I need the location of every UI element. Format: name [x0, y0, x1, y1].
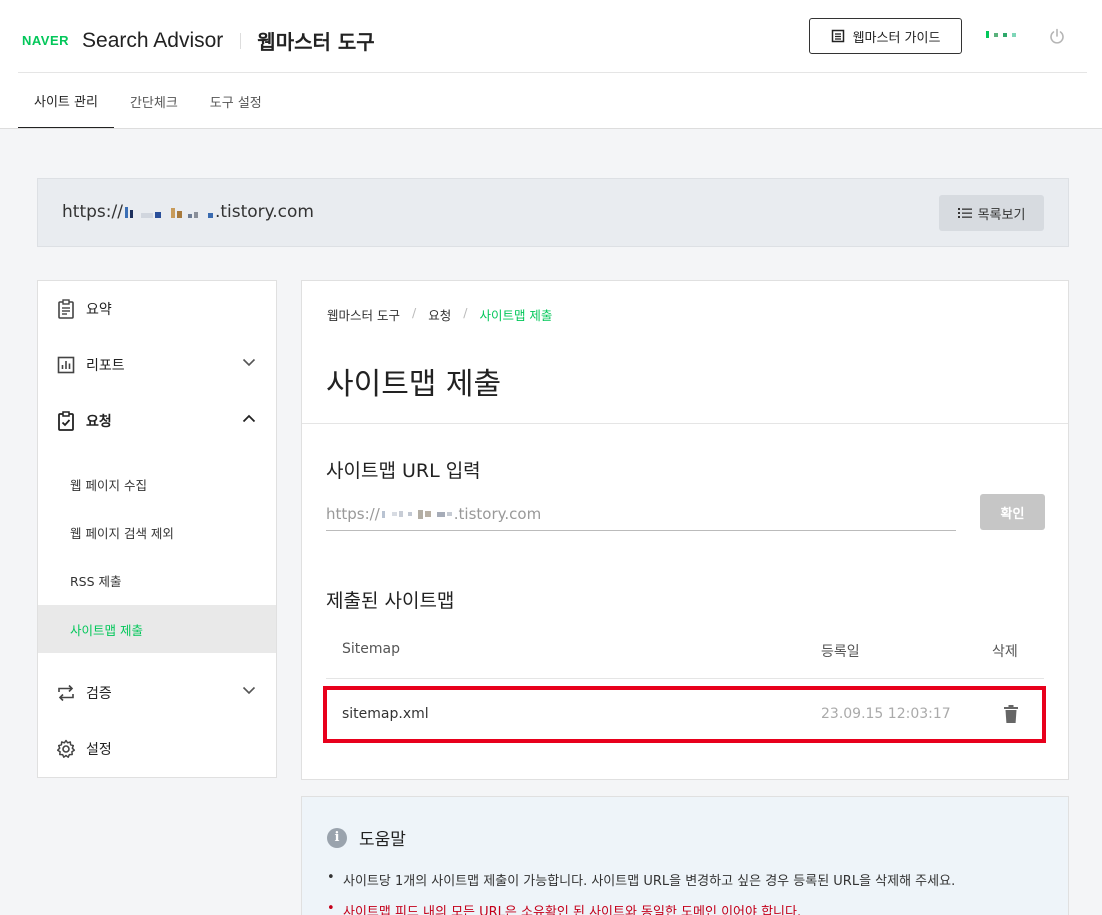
- bullet-icon: •: [327, 901, 335, 915]
- tab-quick-check[interactable]: 간단체크: [114, 73, 194, 129]
- chevron-down-icon: [242, 358, 256, 367]
- breadcrumb: 웹마스터 도구 / 요청 / 사이트맵 제출: [327, 305, 552, 324]
- chevron-down-icon: [242, 686, 256, 695]
- sidebar-item-label: 요약: [86, 302, 112, 318]
- title-divider: [302, 423, 1068, 424]
- site-url-suffix: .tistory.com: [214, 202, 314, 222]
- registered-date-cell: 23.09.15 12:03:17: [821, 706, 951, 722]
- gear-icon: [56, 739, 76, 759]
- list-icon: [957, 208, 972, 218]
- chart-icon: [56, 355, 76, 375]
- site-url: https:// .tistory.com: [62, 202, 314, 222]
- tab-site-management[interactable]: 사이트 관리: [18, 73, 114, 129]
- sidebar-item-verify[interactable]: 검증: [38, 665, 276, 721]
- clipboard-icon: [56, 299, 76, 319]
- sidebar-item-label: 리포트: [86, 358, 125, 374]
- repeat-icon: [56, 683, 76, 703]
- sidebar-subitem-sitemap-submit[interactable]: 사이트맵 제출: [38, 605, 276, 653]
- sidebar-subitem-rss-submit[interactable]: RSS 제출: [38, 556, 276, 604]
- bullet-icon: •: [327, 870, 335, 885]
- sitemap-url-input[interactable]: https:// .tistory.com: [326, 498, 956, 531]
- help-line: • 사이트당 1개의 사이트맵 제출이 가능합니다. 사이트맵 URL을 변경하…: [327, 870, 955, 889]
- table-header-divider: [326, 678, 1044, 679]
- sidebar: 요약 리포트 요청 웹 페이지 수집 웹 페이지 검색 제외 RSS 제출 사이…: [37, 280, 277, 778]
- tab-tool-settings[interactable]: 도구 설정: [194, 73, 278, 129]
- page-title: 사이트맵 제출: [326, 367, 502, 402]
- help-line-text: 사이트당 1개의 사이트맵 제출이 가능합니다. 사이트맵 URL을 변경하고 …: [343, 874, 956, 889]
- sidebar-item-request[interactable]: 요청: [38, 393, 276, 449]
- document-icon: [831, 29, 844, 43]
- sidebar-item-label: 설정: [86, 742, 112, 758]
- sidebar-item-settings[interactable]: 설정: [38, 721, 276, 777]
- webmaster-guide-label: 웹마스터 가이드: [852, 30, 941, 46]
- tool-title: 웹마스터 도구: [257, 30, 375, 54]
- breadcrumb-item[interactable]: 웹마스터 도구: [327, 305, 400, 324]
- sitemap-url-input-suffix: .tistory.com: [453, 505, 542, 523]
- help-title-text: 도움말: [359, 830, 406, 850]
- sitemap-panel: 웹마스터 도구 / 요청 / 사이트맵 제출 사이트맵 제출 사이트맵 URL …: [301, 280, 1069, 780]
- table-row-highlighted: sitemap.xml 23.09.15 12:03:17: [323, 686, 1046, 743]
- sidebar-subitem-web-page-exclude[interactable]: 웹 페이지 검색 제외: [38, 508, 276, 556]
- submitted-sitemaps-title: 제출된 사이트맵: [326, 590, 455, 612]
- main-tabs: 사이트 관리 간단체크 도구 설정: [18, 73, 278, 129]
- list-view-button[interactable]: 목록보기: [939, 195, 1044, 231]
- breadcrumb-separator: /: [411, 305, 417, 320]
- naver-logo: NAVER: [22, 33, 70, 48]
- sidebar-subitem-web-page-collect[interactable]: 웹 페이지 수집: [38, 460, 276, 508]
- header: NAVER Search Advisor 웹마스터 도구 웹마스터 가이드 사이…: [0, 0, 1102, 129]
- sitemap-cell: sitemap.xml: [342, 706, 429, 722]
- logo[interactable]: NAVER Search Advisor 웹마스터 도구: [22, 26, 375, 55]
- logo-divider: [240, 32, 242, 49]
- help-title: i 도움말: [327, 825, 406, 850]
- help-panel: i 도움말 • 사이트당 1개의 사이트맵 제출이 가능합니다. 사이트맵 UR…: [301, 796, 1069, 915]
- column-header-delete: 삭제: [992, 644, 1018, 660]
- sitemap-url-input-prefix: https://: [326, 505, 380, 523]
- sidebar-item-label: 검증: [86, 686, 112, 702]
- sitemap-url-input-title: 사이트맵 URL 입력: [326, 460, 481, 482]
- clipboard-check-icon: [56, 411, 76, 431]
- confirm-button[interactable]: 확인: [980, 494, 1045, 530]
- site-url-prefix: https://: [62, 202, 123, 222]
- site-url-bar: https:// .tistory.com 목록보기: [37, 178, 1069, 247]
- user-avatar[interactable]: [986, 31, 1016, 38]
- help-line-text: 사이트맵 피드 내의 모든 URL은 소유확인 된 사이트와 동일한 도메인 이…: [343, 905, 802, 915]
- sidebar-item-report[interactable]: 리포트: [38, 337, 276, 393]
- trash-icon[interactable]: [1003, 704, 1019, 728]
- breadcrumb-item[interactable]: 요청: [428, 305, 451, 324]
- header-bottom-border: [0, 128, 1102, 129]
- blurred-subdomain: [124, 206, 213, 218]
- sidebar-item-label: 요청: [86, 414, 112, 430]
- column-header-sitemap: Sitemap: [342, 641, 400, 657]
- column-header-date: 등록일: [821, 644, 860, 660]
- chevron-up-icon: [242, 414, 256, 423]
- breadcrumb-current: 사이트맵 제출: [479, 308, 553, 323]
- help-line-warning: • 사이트맵 피드 내의 모든 URL은 소유확인 된 사이트와 동일한 도메인…: [327, 901, 801, 915]
- breadcrumb-separator: /: [463, 305, 468, 320]
- webmaster-guide-button[interactable]: 웹마스터 가이드: [809, 18, 962, 54]
- logout-power-icon[interactable]: [1048, 27, 1066, 49]
- sidebar-item-summary[interactable]: 요약: [38, 281, 276, 337]
- info-icon: i: [327, 827, 347, 848]
- product-name: Search Advisor: [82, 28, 224, 52]
- blurred-subdomain: [381, 509, 452, 519]
- list-view-label: 목록보기: [977, 207, 1026, 223]
